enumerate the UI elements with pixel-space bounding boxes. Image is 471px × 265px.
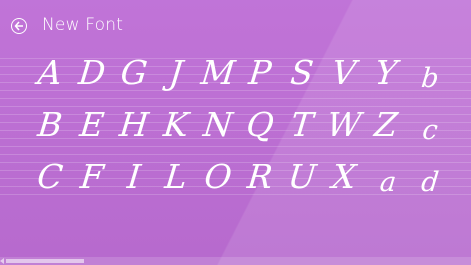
glyph-row: A D G J M P S V Y b xyxy=(30,52,460,104)
glyph-tile-K[interactable]: K xyxy=(154,104,198,146)
glyph-row: B E H K N Q T W Z c xyxy=(30,104,460,156)
glyph-tile-A[interactable]: A xyxy=(28,52,72,94)
scroll-left-icon[interactable] xyxy=(0,258,4,264)
glyph-tile-F[interactable]: F xyxy=(70,156,114,198)
glyph-tile-B[interactable]: B xyxy=(28,104,72,146)
glyph-tile-Z[interactable]: Z xyxy=(364,104,408,146)
glyph-grid: A D G J M P S V Y b B E H K N Q T W Z c … xyxy=(30,52,460,208)
scrollbar-thumb[interactable] xyxy=(6,259,84,263)
glyph-row: C F I L O R U X a d xyxy=(30,156,460,208)
glyph-tile-D[interactable]: D xyxy=(70,52,114,94)
glyph-tile-V[interactable]: V xyxy=(322,52,366,94)
glyph-tile-U[interactable]: U xyxy=(280,156,324,198)
horizontal-scrollbar[interactable] xyxy=(0,257,471,265)
glyph-tile-C[interactable]: C xyxy=(28,156,72,198)
glyph-tile-H[interactable]: H xyxy=(112,104,156,146)
glyph-tile-c[interactable]: c xyxy=(408,110,452,152)
glyph-tile-Y[interactable]: Y xyxy=(364,52,408,94)
glyph-tile-S[interactable]: S xyxy=(280,52,324,94)
glyph-tile-I[interactable]: I xyxy=(112,156,156,198)
glyph-tile-W[interactable]: W xyxy=(322,104,366,146)
glyph-tile-E[interactable]: E xyxy=(70,104,114,146)
glyph-tile-G[interactable]: G xyxy=(112,52,156,94)
app-header: New Font xyxy=(0,0,471,56)
glyph-tile-b[interactable]: b xyxy=(408,58,452,100)
glyph-tile-O[interactable]: O xyxy=(196,156,240,198)
glyph-tile-R[interactable]: R xyxy=(238,156,282,198)
back-button[interactable] xyxy=(11,18,27,34)
glyph-tile-M[interactable]: M xyxy=(196,52,240,94)
back-arrow-icon xyxy=(14,21,23,31)
glyph-tile-T[interactable]: T xyxy=(280,104,324,146)
glyph-tile-a[interactable]: a xyxy=(366,162,410,204)
glyph-tile-J[interactable]: J xyxy=(154,52,198,94)
glyph-tile-d[interactable]: d xyxy=(408,162,452,204)
glyph-tile-L[interactable]: L xyxy=(154,156,198,198)
glyph-tile-P[interactable]: P xyxy=(238,52,282,94)
glyph-tile-X[interactable]: X xyxy=(322,156,366,198)
page-title: New Font xyxy=(42,15,124,35)
glyph-tile-Q[interactable]: Q xyxy=(238,104,282,146)
glyph-tile-N[interactable]: N xyxy=(196,104,240,146)
